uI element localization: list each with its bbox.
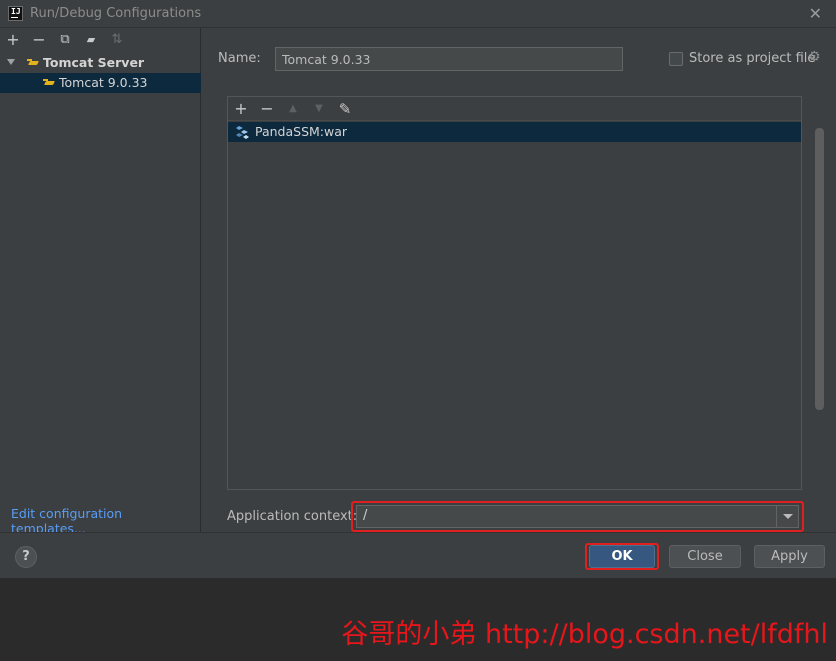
window-title: Run/Debug Configurations (30, 6, 202, 21)
ok-button[interactable]: OK (589, 545, 655, 568)
war-artifact-icon (236, 126, 249, 139)
sort-configs-button[interactable]: ⇅ (107, 30, 127, 50)
tomcat-icon (27, 57, 41, 69)
deployment-list: PandaSSM:war (228, 122, 801, 489)
intellij-app-icon: IJ (8, 6, 23, 21)
apply-button[interactable]: Apply (754, 545, 825, 568)
clipped-section-label (228, 78, 428, 83)
tree-item-tomcat-config[interactable]: Tomcat 9.0.33 (0, 73, 201, 93)
tomcat-icon (43, 77, 57, 89)
move-down-button[interactable]: ▼ (309, 99, 329, 119)
copy-config-button[interactable]: ⧉ (55, 30, 75, 50)
store-as-project-file-checkbox[interactable] (669, 52, 683, 66)
combo-dropdown-button[interactable] (776, 506, 798, 527)
config-tree-pane: + − ⧉ ▰ ⇅ Tomcat Server Tomcat 9.0.33 Ed… (0, 28, 201, 536)
remove-config-button[interactable]: − (29, 30, 49, 50)
dialog-button-bar: ? OK Close Apply (0, 532, 836, 578)
tree-group-label: Tomcat Server (43, 55, 145, 70)
store-as-project-file-label: Store as project file (689, 51, 816, 66)
watermark-text: 谷哥的小弟 http://blog.csdn.net/lfdfhl (341, 619, 828, 650)
name-input[interactable] (275, 47, 623, 71)
add-deployment-button[interactable]: + (231, 99, 251, 119)
deployment-toolbar: + − ▲ ▼ ✎ (228, 97, 801, 121)
tree-toolbar: + − ⧉ ▰ ⇅ (0, 28, 201, 52)
deployment-label: PandaSSM:war (255, 124, 348, 139)
add-config-button[interactable]: + (3, 30, 23, 50)
move-up-button[interactable]: ▲ (283, 99, 303, 119)
edit-deployment-button[interactable]: ✎ (335, 99, 355, 119)
help-button[interactable]: ? (15, 546, 37, 568)
config-tree: Tomcat Server Tomcat 9.0.33 (0, 53, 201, 93)
name-label: Name: (218, 51, 261, 66)
run-debug-dialog: IJ Run/Debug Configurations ✕ + − ⧉ ▰ ⇅ … (0, 0, 836, 578)
tree-item-label: Tomcat 9.0.33 (59, 75, 148, 90)
deployment-panel: + − ▲ ▼ ✎ PandaSSM:war (227, 96, 802, 490)
remove-deployment-button[interactable]: − (257, 99, 277, 119)
new-folder-button[interactable]: ▰ (81, 30, 101, 50)
list-item[interactable]: PandaSSM:war (228, 122, 801, 142)
vertical-scrollbar[interactable] (815, 128, 824, 410)
gear-icon[interactable]: ⚙ (808, 50, 822, 64)
chevron-down-icon (783, 514, 793, 519)
chevron-down-icon[interactable] (7, 59, 15, 65)
application-context-label: Application context: (227, 509, 358, 524)
application-context-value[interactable]: / (363, 508, 367, 523)
application-context-combobox[interactable]: / (356, 505, 799, 528)
tree-group-tomcat-server[interactable]: Tomcat Server (0, 53, 201, 73)
close-button[interactable]: Close (669, 545, 741, 568)
config-editor-pane: Name: Store as project file ⚙ + − ▲ ▼ ✎ (202, 28, 836, 532)
close-icon[interactable]: ✕ (809, 4, 822, 23)
title-bar: IJ Run/Debug Configurations ✕ (0, 0, 836, 28)
